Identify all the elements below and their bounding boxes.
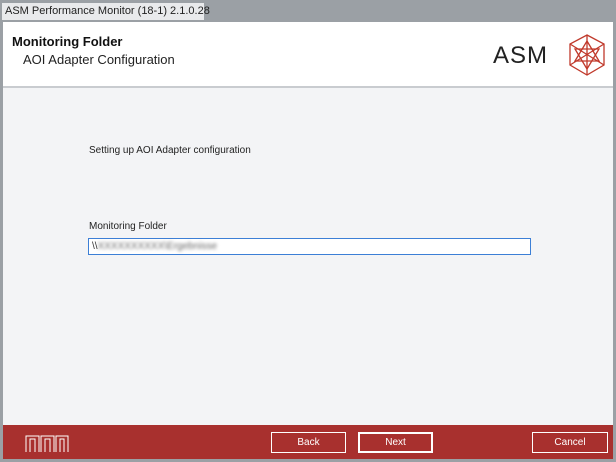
page-title: Monitoring Folder <box>12 34 123 49</box>
back-button[interactable]: Back <box>271 432 346 453</box>
monitoring-folder-input[interactable]: \\XXXXXXXXXX\Ergebnisse <box>88 238 531 255</box>
footer-logo-icon <box>25 435 69 452</box>
cancel-button[interactable]: Cancel <box>532 432 608 453</box>
brand-logo-text: ASM <box>493 42 549 69</box>
next-button[interactable]: Next <box>358 432 433 453</box>
page-subtitle: AOI Adapter Configuration <box>23 52 175 67</box>
wizard-header: Monitoring Folder AOI Adapter Configurat… <box>3 22 613 88</box>
asm-logo-icon <box>569 34 605 76</box>
folder-value-prefix: \\ <box>92 241 98 252</box>
monitoring-folder-label: Monitoring Folder <box>89 221 167 232</box>
wizard-footer: Back Next Cancel <box>3 425 613 459</box>
wizard-window: Monitoring Folder AOI Adapter Configurat… <box>3 22 613 459</box>
title-bar: ASM Performance Monitor (18-1) 2.1.0.28 <box>0 0 616 22</box>
window-title: ASM Performance Monitor (18-1) 2.1.0.28 <box>2 3 210 20</box>
intro-text: Setting up AOI Adapter configuration <box>89 145 251 156</box>
folder-value-blurred: XXXXXXXXXX\Ergebnisse <box>97 241 218 252</box>
